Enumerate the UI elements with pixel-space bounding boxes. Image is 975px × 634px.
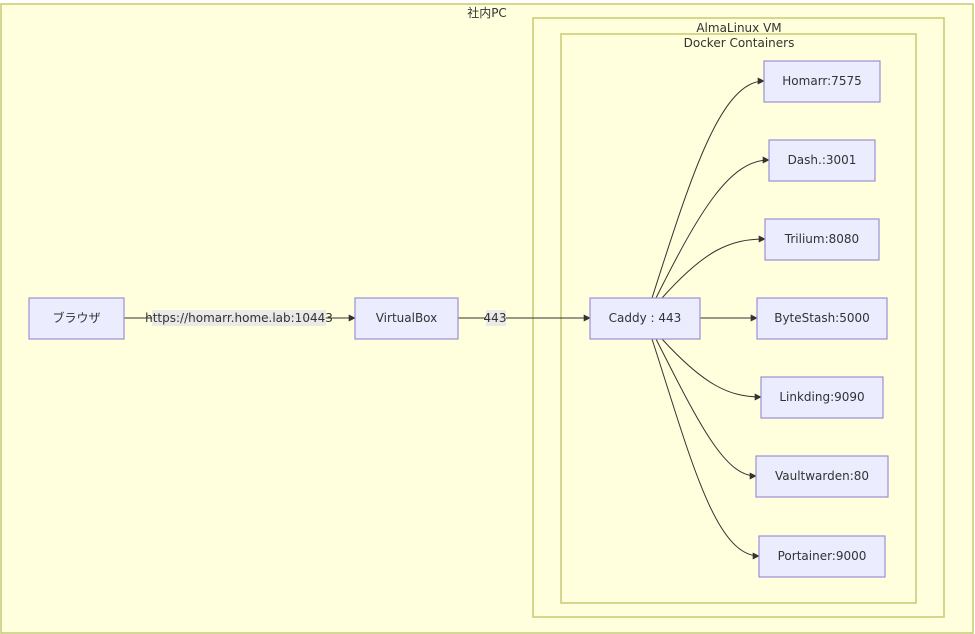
edge-label-443: 443: [484, 310, 507, 326]
node-linkding[interactable]: Linkding:9090: [760, 376, 884, 419]
node-dash[interactable]: Dash.:3001: [768, 139, 876, 182]
node-homarr-label: Homarr:7575: [782, 74, 861, 88]
node-browser-label: ブラウザ: [52, 310, 100, 325]
cluster-almalinux-vm-title: AlmaLinux VM: [696, 21, 781, 35]
node-caddy-label: Caddy : 443: [609, 311, 682, 325]
node-trilium-label: Trilium:8080: [784, 232, 859, 246]
node-vaultwarden[interactable]: Vaultwarden:80: [755, 455, 889, 498]
node-linkding-label: Linkding:9090: [779, 390, 864, 404]
cluster-docker-containers-title: Docker Containers: [684, 36, 795, 50]
node-homarr[interactable]: Homarr:7575: [763, 60, 881, 103]
edge-label-https: https://homarr.home.lab:10443: [145, 310, 333, 326]
node-browser[interactable]: ブラウザ: [28, 297, 125, 340]
node-bytestash-label: ByteStash:5000: [774, 311, 870, 325]
node-portainer[interactable]: Portainer:9000: [758, 535, 886, 578]
edge-label-https-text: https://homarr.home.lab:10443: [145, 311, 333, 325]
edge-label-443-text: 443: [484, 311, 507, 325]
node-virtualbox-label: VirtualBox: [376, 311, 438, 325]
node-portainer-label: Portainer:9000: [778, 549, 867, 563]
diagram-canvas: 社内PC AlmaLinux VM Docker Containers http…: [0, 3, 974, 634]
node-trilium[interactable]: Trilium:8080: [764, 218, 880, 261]
node-caddy[interactable]: Caddy : 443: [589, 297, 701, 340]
node-virtualbox[interactable]: VirtualBox: [354, 297, 459, 340]
node-dash-label: Dash.:3001: [788, 153, 857, 167]
node-bytestash[interactable]: ByteStash:5000: [756, 297, 888, 340]
cluster-company-pc-title: 社内PC: [467, 5, 507, 20]
node-vaultwarden-label: Vaultwarden:80: [775, 469, 869, 483]
